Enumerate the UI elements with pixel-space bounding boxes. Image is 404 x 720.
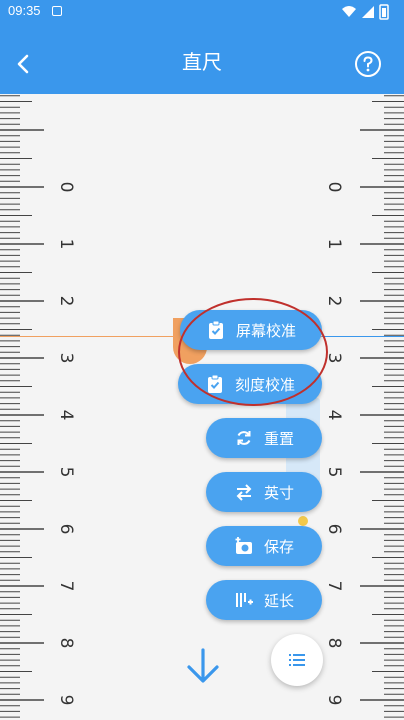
notification-icon [52, 6, 62, 16]
ruler-label: 5 [56, 467, 76, 478]
highlight-annotation [178, 298, 328, 406]
ruler-label: 9 [56, 695, 76, 706]
extend-label: 延长 [263, 591, 294, 610]
ruler-label: 3 [56, 353, 76, 364]
save-button[interactable]: 保存 [206, 526, 322, 566]
status-bar: 09:35 [0, 0, 404, 24]
wifi-icon [342, 6, 356, 17]
ruler-label: 4 [324, 410, 344, 421]
inch-label: 英寸 [263, 483, 294, 502]
ruler-label: 7 [56, 581, 76, 592]
app-bar: 直尺 [0, 24, 404, 94]
page-title: 直尺 [182, 50, 222, 74]
save-label: 保存 [263, 537, 294, 556]
ruler-label: 8 [324, 638, 344, 649]
list-icon [289, 654, 305, 666]
extend-button[interactable]: 延长 [206, 580, 322, 620]
menu-fab[interactable] [271, 634, 323, 686]
measure-guide-line-right [322, 336, 404, 337]
ruler-label: 9 [324, 695, 344, 706]
ruler-label: 8 [56, 638, 76, 649]
ruler-label: 4 [56, 410, 76, 421]
ruler-label: 1 [56, 239, 76, 250]
left-ruler-scale: 0 1 2 3 4 5 6 7 8 9 [0, 95, 76, 718]
help-circle-icon[interactable] [354, 50, 382, 78]
left-ruler[interactable]: 0 1 2 3 4 5 6 7 8 9 [0, 94, 80, 720]
ruler-label: 6 [56, 524, 76, 535]
signal-icon [362, 6, 374, 18]
marker-dot [298, 516, 308, 526]
ruler-label: 7 [324, 581, 344, 592]
refresh-icon [237, 431, 251, 445]
camera-plus-icon [235, 537, 252, 554]
right-ruler[interactable]: 0123456789 [322, 94, 404, 720]
status-time: 09:35 [8, 3, 41, 18]
ruler-label: 1 [324, 239, 344, 250]
status-icons [342, 4, 389, 20]
ruler-label: 5 [324, 467, 344, 478]
ruler-label: 2 [324, 296, 344, 307]
extend-icon [235, 593, 253, 607]
inch-button[interactable]: 英寸 [206, 472, 322, 512]
right-ruler-scale: 0123456789 [324, 95, 404, 718]
ruler-label: 2 [56, 296, 76, 307]
ruler-label: 6 [324, 524, 344, 535]
reset-button[interactable]: 重置 [206, 418, 322, 458]
ruler-label: 0 [56, 182, 76, 193]
reset-label: 重置 [263, 429, 294, 448]
arrow-down-icon[interactable] [183, 646, 223, 686]
ruler-label: 0 [324, 182, 344, 193]
swap-icon [236, 484, 252, 501]
